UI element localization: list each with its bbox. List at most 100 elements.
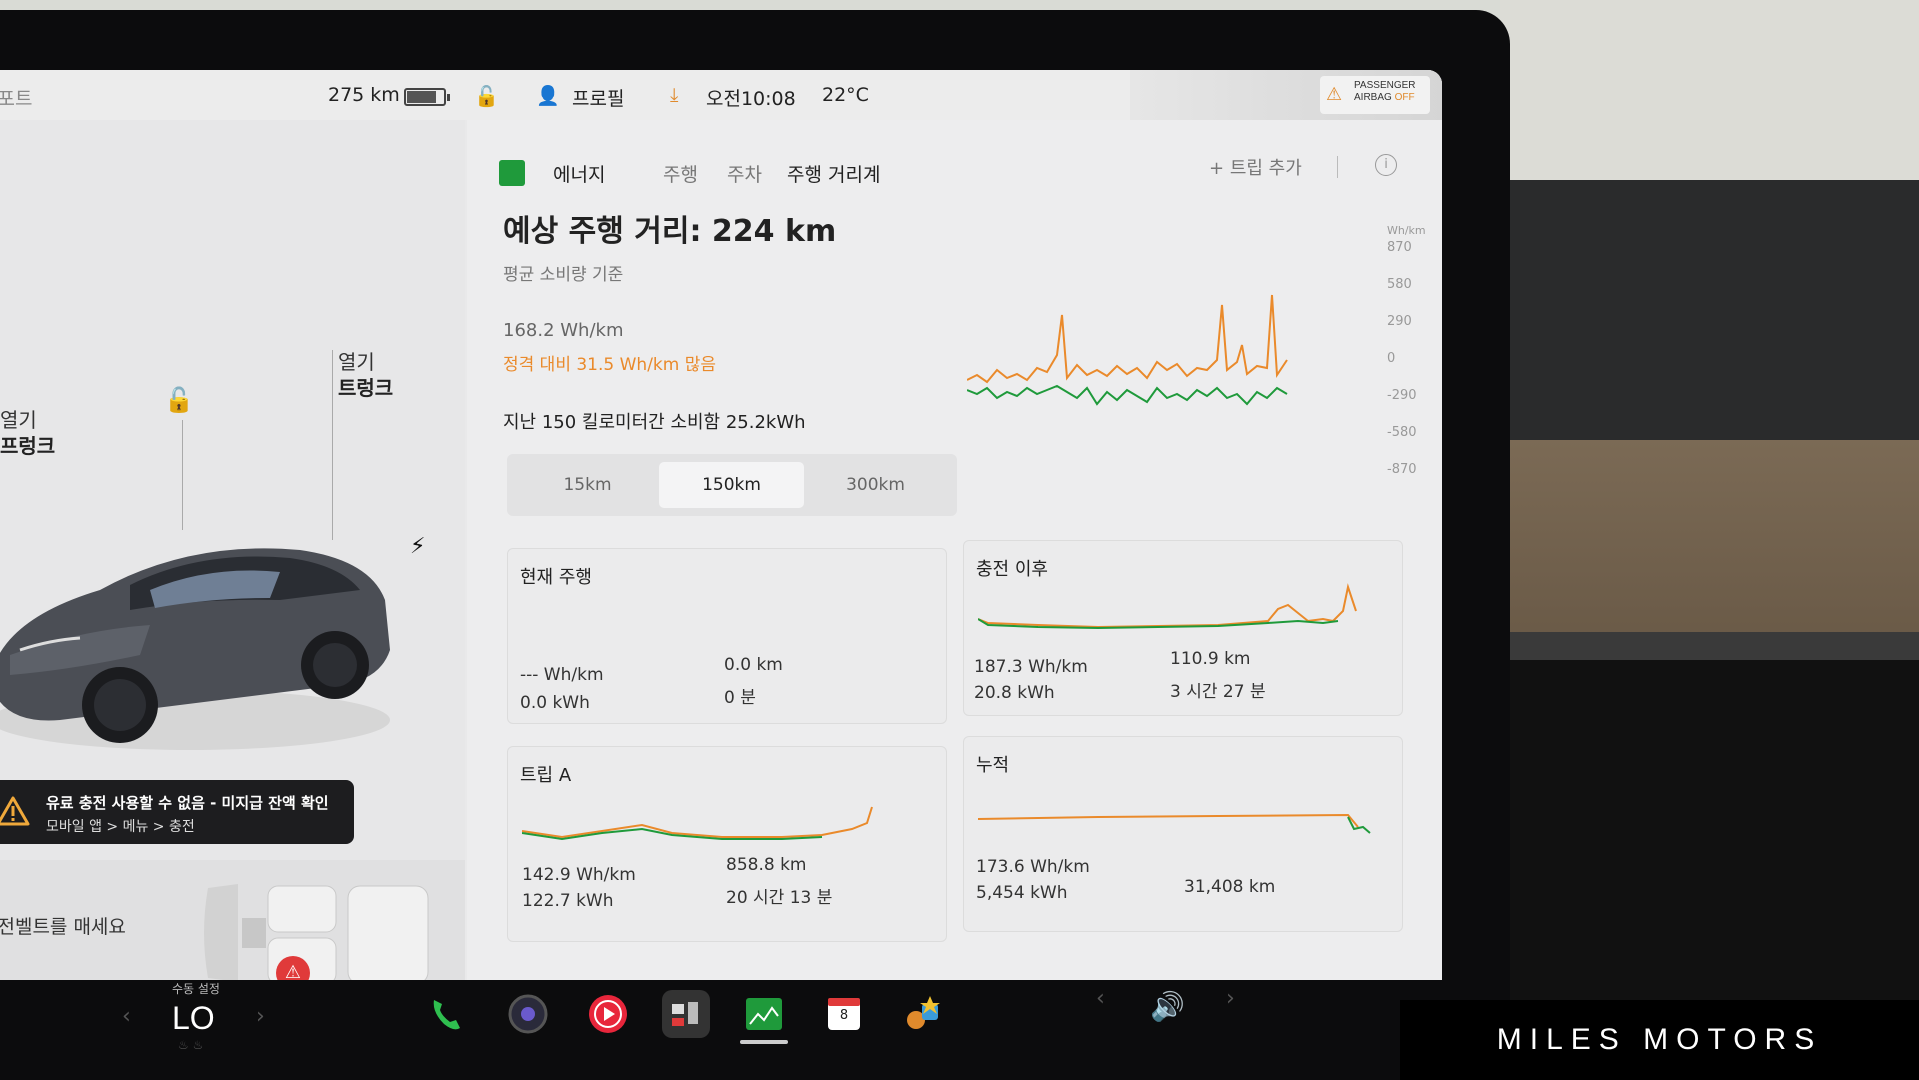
info-icon[interactable]: i	[1375, 154, 1397, 176]
trip-a-duration: 20 시간 13 분	[726, 888, 833, 908]
tab-driving[interactable]: 주행	[663, 160, 698, 187]
chevron-right-icon[interactable]: ›	[256, 1004, 265, 1029]
trunk-button[interactable]: 트렁크	[338, 374, 393, 402]
y-tick: 0	[1387, 351, 1396, 366]
card-title: 충전 이후	[976, 559, 1048, 580]
lock-status-icon[interactable]: 🔓	[474, 84, 499, 108]
touchscreen: 컴포트 275 km 🔓 👤 프로필 ⤓ 오전10:08 22°C ⚠ PASS…	[0, 70, 1442, 990]
lifetime-energy: 5,454 kWh	[976, 883, 1068, 903]
dashboard-trim	[1500, 180, 1919, 440]
alert-subtitle: 모바일 앱 > 메뉴 > 충전	[46, 819, 195, 835]
trip-a-energy: 122.7 kWh	[522, 891, 614, 911]
card-title: 누적	[976, 755, 1010, 776]
y-tick: 290	[1387, 314, 1412, 329]
media-player-icon[interactable]	[584, 990, 632, 1038]
since-charge-graph	[978, 583, 1357, 630]
y-tick: -870	[1387, 462, 1417, 477]
warning-icon	[0, 796, 30, 826]
energy-consumed: 지난 150 킬로미터간 소비함 25.2kWh	[503, 412, 806, 433]
display-bezel: 컴포트 275 km 🔓 👤 프로필 ⤓ 오전10:08 22°C ⚠ PASS…	[0, 10, 1510, 1080]
app-dock: ‹ 수동 설정 LO ♨ ♨ › 8 ‹ 🔊 ›	[0, 980, 1500, 1080]
profile-icon[interactable]: 👤	[536, 84, 560, 107]
energy-panel: 에너지 주행 주차 주행 거리계 + 트립 추가 i 예상 주행 거리: 224…	[467, 120, 1442, 990]
frunk-button[interactable]: 프렁크	[0, 432, 55, 460]
volume-icon[interactable]: 🔊	[1150, 990, 1185, 1023]
since-charge-card[interactable]: 충전 이후 187.3 Wh/km 20.8 kWh 110.9 km 3 시간…	[963, 540, 1403, 716]
unlock-icon[interactable]: 🔓	[164, 386, 194, 414]
lifetime-rate: 173.6 Wh/km	[976, 857, 1090, 877]
status-bar: 컴포트 275 km 🔓 👤 프로필 ⤓ 오전10:08 22°C ⚠ PASS…	[0, 70, 1442, 120]
tab-parking[interactable]: 주차	[727, 160, 762, 187]
add-trip-button[interactable]: + 트립 추가	[1209, 154, 1302, 180]
frunk-open-label[interactable]: 열기	[0, 406, 37, 434]
current-distance: 0.0 km	[724, 655, 783, 675]
since-charge-rate: 187.3 Wh/km	[974, 657, 1088, 677]
energy-graph	[967, 294, 1288, 406]
range-basis: 평균 소비량 기준	[503, 265, 624, 285]
seatbelt-panel: 안전벨트를 매세요 ⚠	[0, 860, 465, 990]
consumption-vs-rated: 정격 대비 31.5 Wh/km 많음	[503, 355, 717, 375]
trip-a-graph	[522, 806, 873, 841]
segment-300km[interactable]: 300km	[803, 462, 948, 508]
lifetime-distance: 31,408 km	[1184, 877, 1276, 897]
charging-alert[interactable]: 유료 충전 사용할 수 없음 - 미지급 잔액 확인 모바일 앱 > 메뉴 > …	[0, 780, 354, 844]
active-app-indicator	[740, 1040, 788, 1044]
trip-a-rate: 142.9 Wh/km	[522, 865, 636, 885]
segment-15km[interactable]: 15km	[515, 462, 660, 508]
current-duration: 0 분	[724, 688, 756, 708]
airbag-icon: ⚠	[1326, 84, 1343, 105]
climate-mode-label: 수동 설정	[172, 982, 220, 996]
trip-a-distance: 858.8 km	[726, 855, 807, 875]
y-tick: 580	[1387, 277, 1412, 292]
current-rate: --- Wh/km	[520, 665, 604, 685]
camera-icon[interactable]	[504, 990, 552, 1038]
trunk-open-label[interactable]: 열기	[338, 348, 375, 376]
calendar-icon[interactable]: 8	[820, 990, 868, 1038]
volume-chevron-left-icon[interactable]: ‹	[1096, 986, 1105, 1011]
dashboard-wood-edge	[1500, 632, 1919, 662]
lifetime-graph	[978, 813, 1371, 834]
airbag-state: OFF	[1394, 92, 1415, 103]
current-energy: 0.0 kWh	[520, 693, 590, 713]
energy-app-icon[interactable]	[740, 990, 788, 1038]
energy-chart-icon	[499, 160, 525, 186]
car-image	[0, 548, 390, 750]
chevron-left-icon[interactable]: ‹	[122, 1004, 131, 1029]
volume-chevron-right-icon[interactable]: ›	[1226, 986, 1235, 1011]
car-panel: 열기 트렁크 열기 프렁크 🔓 ⚡ 유료 충전 사용할 수 없음 - 미지급 잔…	[0, 120, 465, 990]
range-readout: 275 km	[328, 84, 400, 106]
lifetime-card[interactable]: 누적 173.6 Wh/km 5,454 kWh 31,408 km	[963, 736, 1403, 932]
profile-button[interactable]: 프로필	[572, 84, 624, 111]
trip-a-card[interactable]: 트립 A 142.9 Wh/km 122.7 kWh 858.8 km 20 시…	[507, 746, 947, 942]
seatbelt-message: 안전벨트를 매세요	[0, 916, 126, 938]
alert-title: 유료 충전 사용할 수 없음 - 미지급 잔액 확인	[46, 794, 329, 812]
watermark: MILES MOTORS	[1400, 1000, 1919, 1080]
segment-150km[interactable]: 150km	[659, 462, 804, 508]
dashboard-wood	[1500, 440, 1919, 640]
background-wall	[1500, 0, 1919, 200]
since-charge-duration: 3 시간 27 분	[1170, 682, 1266, 702]
charge-port-icon[interactable]: ⚡	[410, 534, 425, 559]
seat-map-image	[204, 884, 429, 985]
seat-heater-icon[interactable]: ♨ ♨	[178, 1038, 203, 1052]
phone-icon[interactable]	[422, 990, 470, 1038]
airbag-line2: AIRBAG	[1354, 92, 1392, 103]
current-drive-card[interactable]: 현재 주행 --- Wh/km 0.0 kWh 0.0 km 0 분	[507, 548, 947, 724]
estimated-range: 예상 주행 거리: 224 km	[503, 214, 837, 249]
airbag-line1: PASSENGER	[1354, 80, 1416, 91]
y-tick: -580	[1387, 425, 1417, 440]
tab-energy[interactable]: 에너지	[553, 160, 605, 187]
download-icon[interactable]: ⤓	[670, 84, 678, 106]
app-launcher-icon[interactable]	[900, 990, 948, 1038]
since-charge-distance: 110.9 km	[1170, 649, 1251, 669]
card-title: 현재 주행	[520, 567, 592, 588]
since-charge-energy: 20.8 kWh	[974, 683, 1055, 703]
mode-label: 컴포트	[0, 88, 33, 110]
toybox-icon[interactable]	[662, 990, 710, 1038]
card-title: 트립 A	[520, 765, 572, 786]
y-tick: 870	[1387, 240, 1412, 255]
add-trip-label: 트립 추가	[1229, 158, 1302, 179]
tab-odometer[interactable]: 주행 거리계	[787, 160, 880, 187]
climate-temperature[interactable]: LO	[172, 1000, 215, 1037]
y-tick: -290	[1387, 388, 1417, 403]
